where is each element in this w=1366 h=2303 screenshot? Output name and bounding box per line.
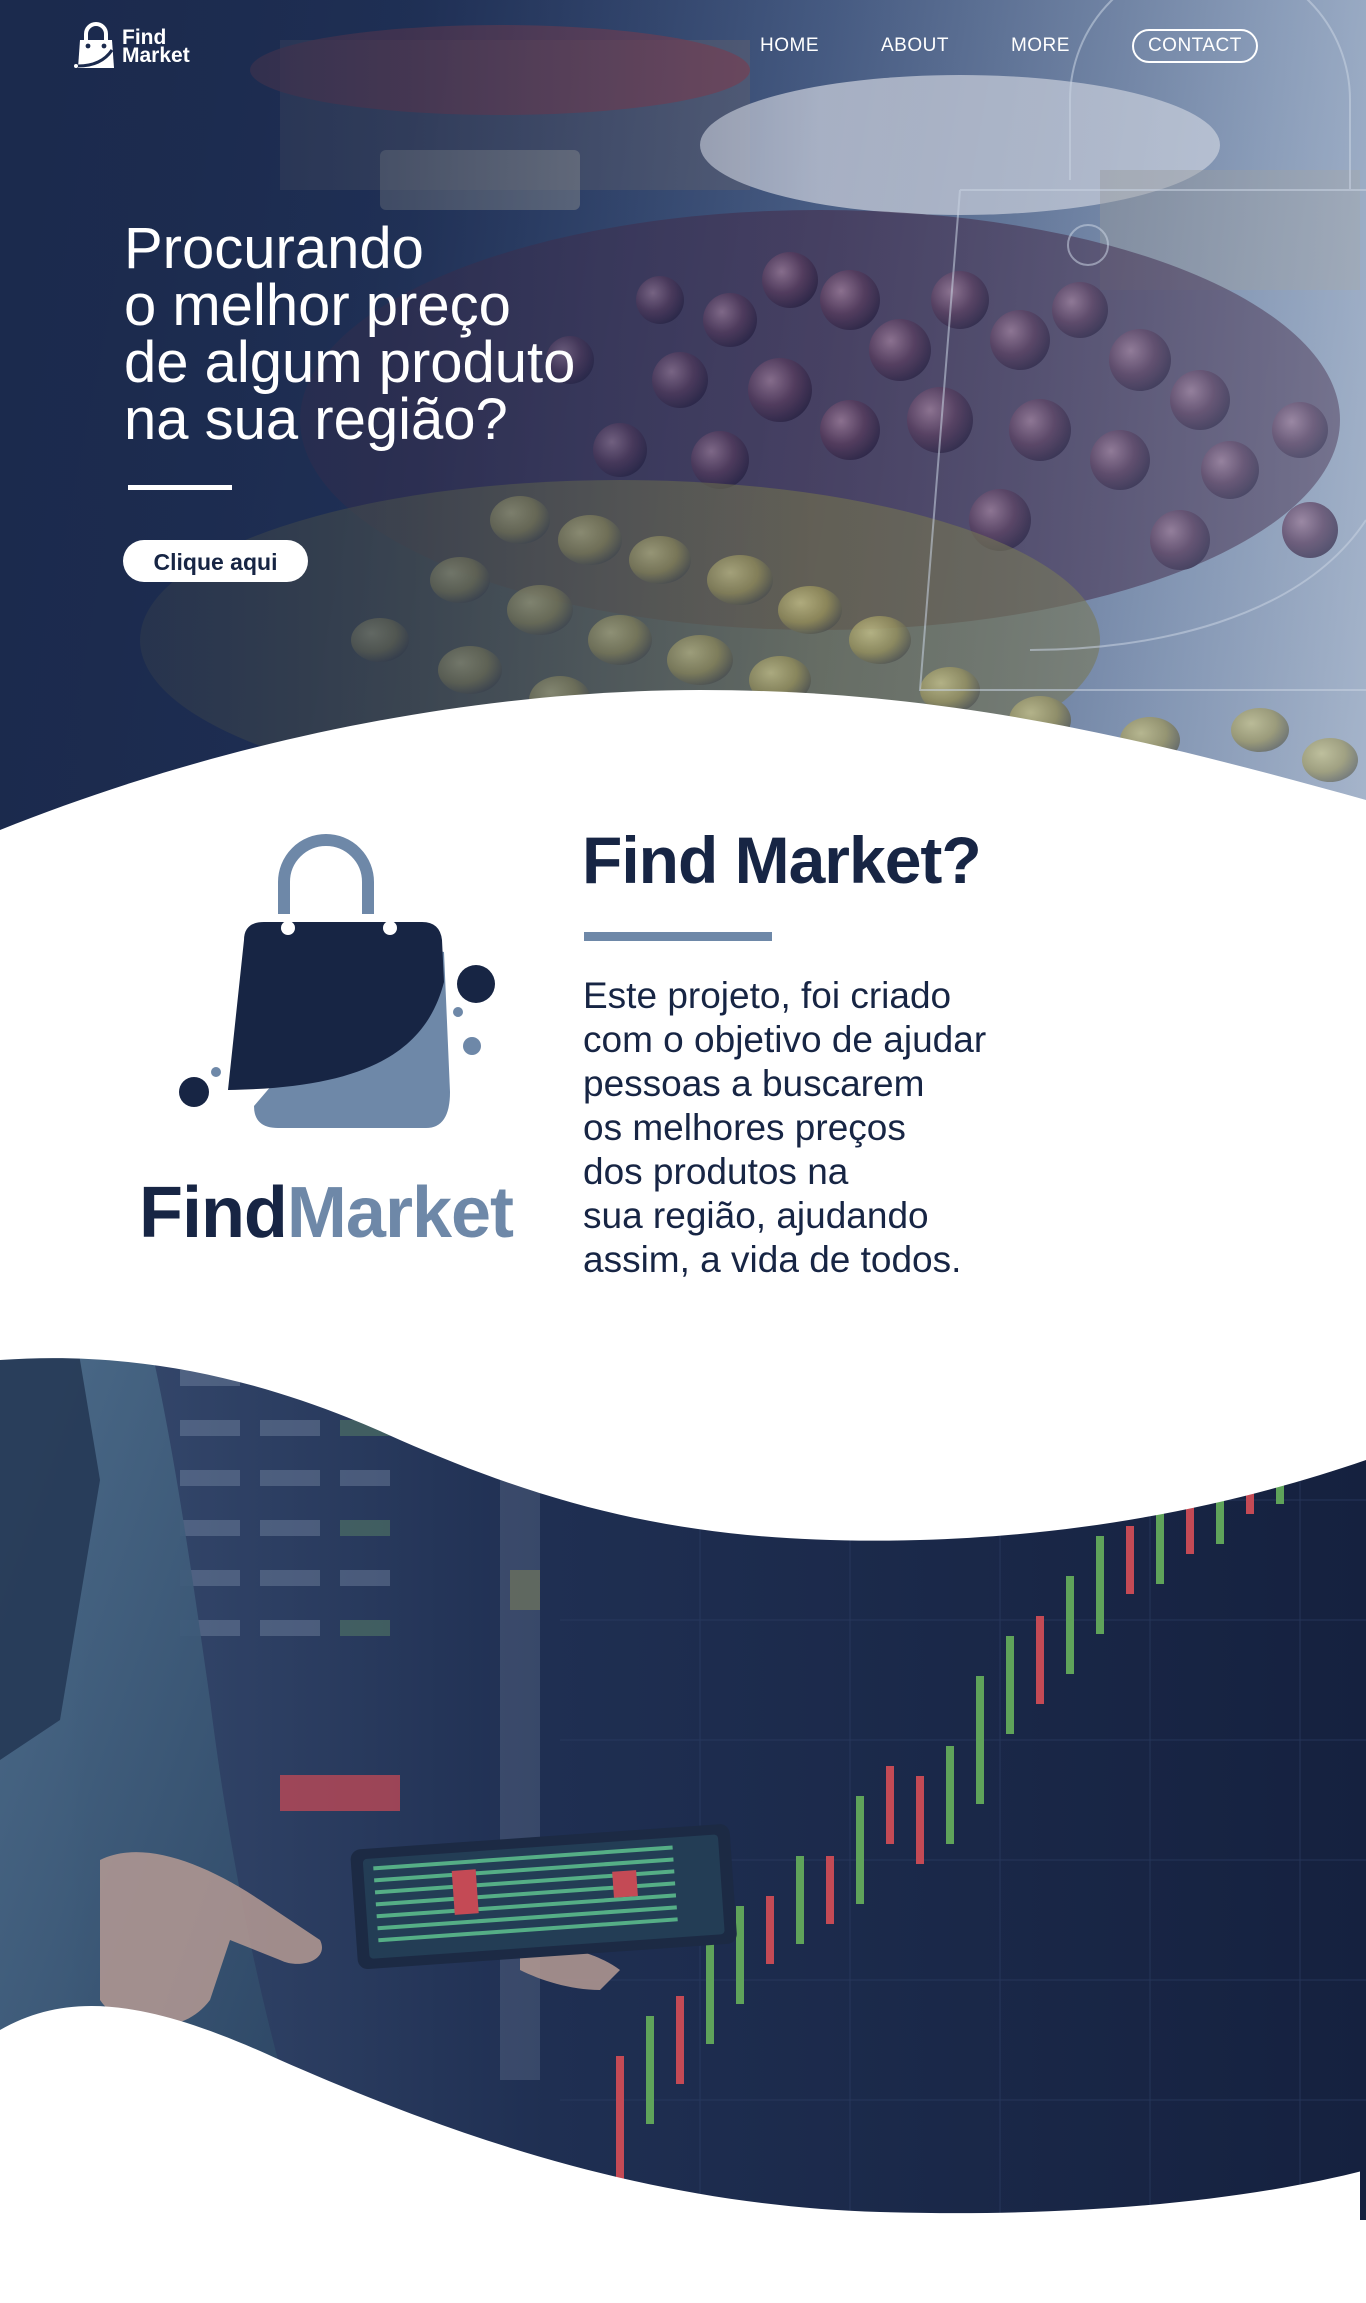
header-logo-line2: Market <box>122 44 190 67</box>
nav-home[interactable]: HOME <box>760 35 819 57</box>
nav-contact[interactable]: CONTACT <box>1131 29 1258 63</box>
shopping-bag-icon <box>179 834 495 1128</box>
header-logo[interactable]: Find Market <box>74 22 190 72</box>
hero-title-line: de algum produto <box>124 330 576 395</box>
about-line: os melhores preços <box>583 1107 906 1148</box>
hero-title: Procurando o melhor preço de algum produ… <box>124 216 724 452</box>
about-line: Este projeto, foi criado <box>583 975 952 1016</box>
cta-button[interactable]: Clique aqui <box>123 540 308 582</box>
about-line: sua região, ajudando <box>583 1195 929 1236</box>
shopping-bag-icon <box>74 22 114 68</box>
about-line: assim, a vida de todos. <box>583 1239 962 1280</box>
hero-bottom-wave <box>0 690 1366 840</box>
hero-title-line: na sua região? <box>124 387 508 452</box>
wordmark-find: Find <box>138 1173 288 1253</box>
market-bottom-wave <box>0 2006 1366 2303</box>
findmarket-logo: FindMarket <box>136 822 516 1262</box>
about-line: dos produtos na <box>583 1151 849 1192</box>
wordmark-market: Market <box>286 1173 514 1253</box>
about-line: com o objetivo de ajudar <box>583 1019 987 1060</box>
about-line: pessoas a buscarem <box>583 1063 925 1104</box>
hero-title-line: Procurando <box>124 216 424 281</box>
hero-divider <box>128 485 232 490</box>
hero-title-line: o melhor preço <box>124 273 511 338</box>
top-navbar: Find Market HOME ABOUT MORE CONTACT <box>0 0 1366 100</box>
about-description: Este projeto, foi criado com o objetivo … <box>583 974 1053 1282</box>
about-title: Find Market? <box>582 823 982 897</box>
nav-more[interactable]: MORE <box>1011 35 1070 57</box>
nav-about[interactable]: ABOUT <box>881 35 949 57</box>
findmarket-wordmark: FindMarket <box>136 1172 516 1254</box>
market-top-wave <box>0 1290 1366 1541</box>
header-logo-text: Find Market <box>122 27 190 67</box>
about-divider <box>584 932 772 941</box>
nav-links: HOME ABOUT MORE CONTACT <box>760 29 1258 63</box>
